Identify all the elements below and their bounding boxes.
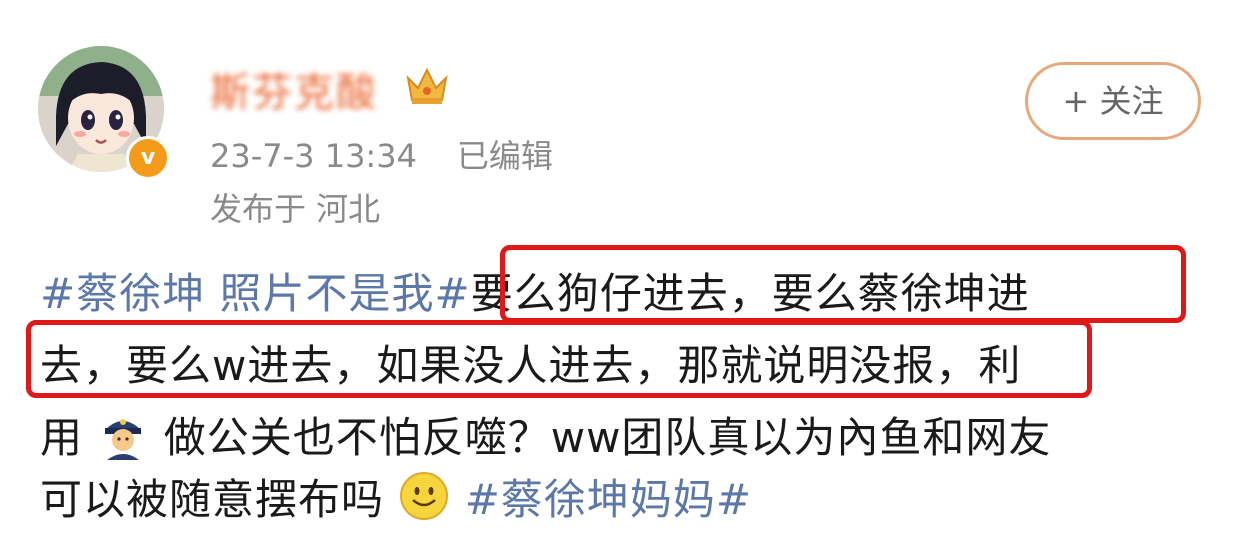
police-officer-emoji-icon	[105, 419, 142, 460]
smiley-emoji-icon	[400, 472, 449, 520]
post-text-line-3: 用 做公关也不怕反噬？ww团队真以为內鱼和网友	[40, 404, 1051, 465]
hashtag-link[interactable]: #蔡徐坤 照片不是我#	[40, 269, 471, 318]
username[interactable]: 斯芬克酸	[210, 60, 378, 118]
post-location: 发布于 河北	[210, 190, 381, 228]
highlight-box	[500, 245, 1186, 323]
timestamp: 23-7-3 13:34	[210, 137, 417, 175]
hashtag-link[interactable]: #蔡徐坤妈妈#	[465, 475, 752, 524]
highlight-box	[26, 320, 1092, 398]
edited-label: 已编辑	[456, 137, 553, 175]
post-meta-time: 23-7-3 13:34 已编辑	[210, 131, 553, 177]
text-segment: 做公关也不怕反噬？ww团队真以为內鱼和网友	[163, 413, 1052, 462]
verified-badge-icon: v	[126, 136, 170, 180]
post-text-line-4: 可以被随意摆布吗 #蔡徐坤妈妈#	[40, 466, 752, 527]
crown-icon	[406, 67, 448, 104]
follow-button[interactable]: + 关注	[1025, 62, 1201, 140]
weibo-post: v 斯芬克酸 23-7-3 13:34 已编辑 发布于 河北 + 关注 #蔡徐坤 …	[0, 0, 1254, 556]
text-segment: 可以被随意摆布吗	[40, 475, 385, 524]
text-segment: 用	[40, 413, 84, 462]
